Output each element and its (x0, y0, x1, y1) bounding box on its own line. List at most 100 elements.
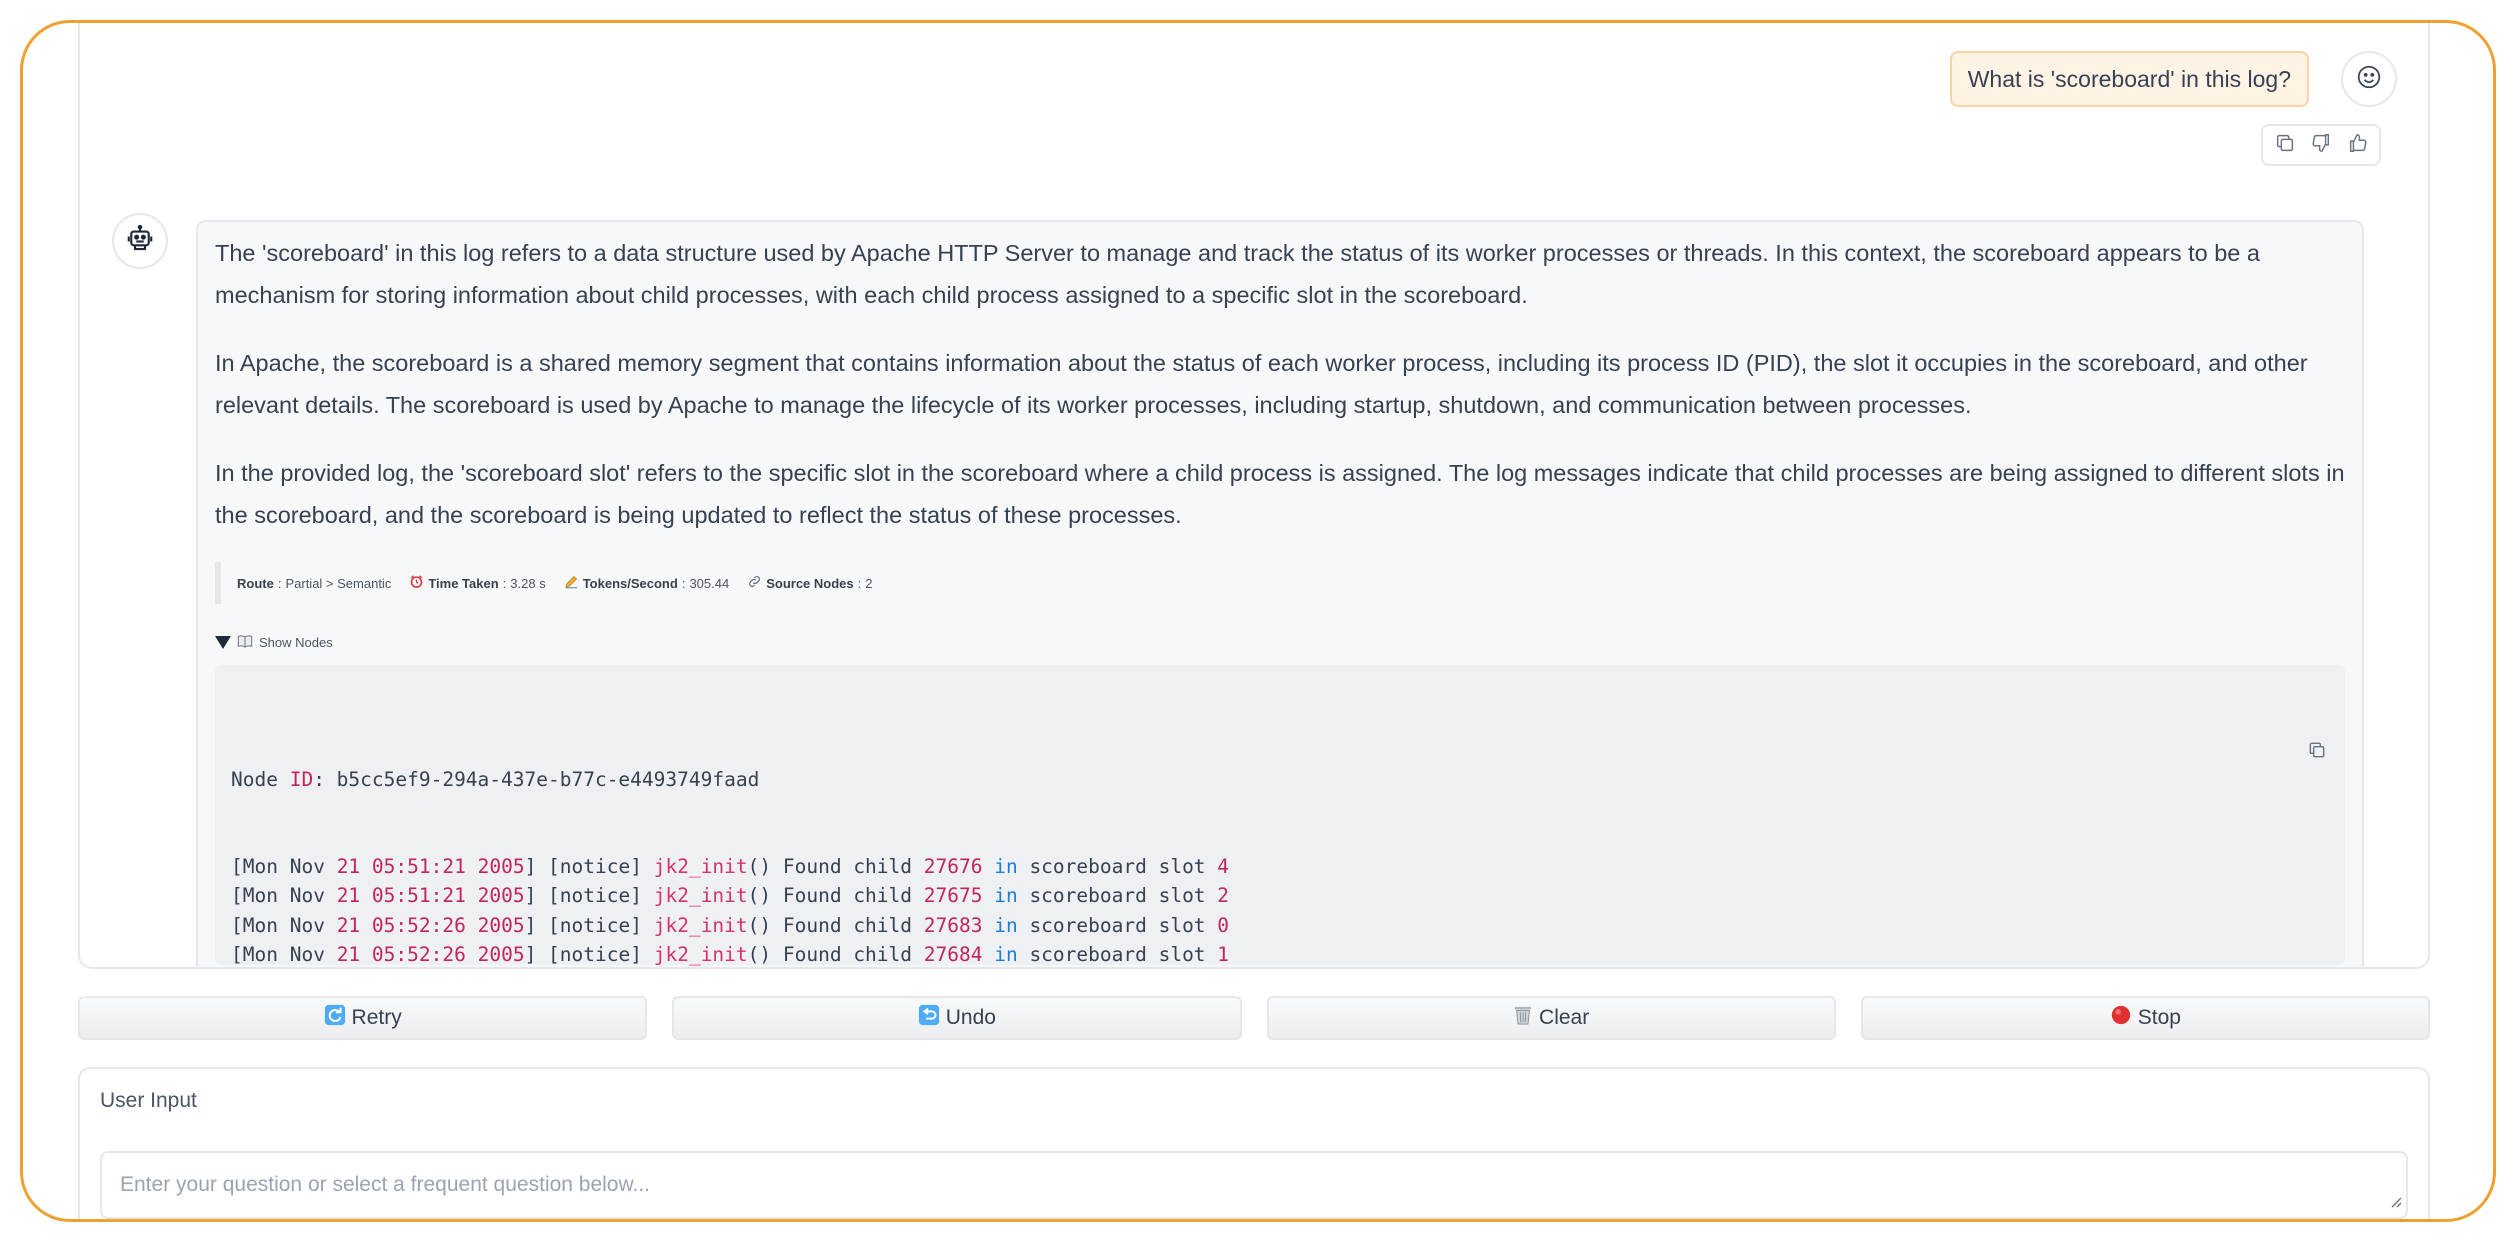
log-day: 21 (336, 913, 361, 937)
log-line: [Mon Nov 21 05:51:21 2005] [notice] jk2_… (231, 884, 1230, 908)
log-level: notice (559, 884, 631, 908)
log-pid: 27683 (923, 913, 983, 937)
user-message: What is 'scoreboard' in this log? (1949, 51, 2309, 107)
assistant-message: The 'scoreboard' in this log refers to a… (196, 220, 2364, 967)
retry-button[interactable]: Retry (78, 996, 648, 1040)
log-slot: 1 (1217, 942, 1230, 966)
answer-paragraph: In Apache, the scoreboard is a shared me… (215, 350, 2308, 418)
log-day: 21 (336, 942, 361, 966)
source-nodes-info: Source Nodes: 2 (747, 574, 873, 592)
log-year: 2005 (477, 855, 525, 879)
alarm-clock-icon (409, 574, 424, 592)
stop-button[interactable]: Stop (1860, 996, 2430, 1040)
source-node-code-block: Node ID: b5cc5ef9-294a-437e-b77c-e449374… (215, 665, 2345, 966)
link-icon (747, 574, 762, 592)
bot-avatar (112, 213, 168, 269)
nodes-label: Source Nodes (766, 575, 854, 591)
log-time: 05:51:21 (371, 884, 466, 908)
stop-label: Stop (2137, 1006, 2181, 1029)
log-day: 21 (336, 884, 361, 908)
question-input[interactable] (100, 1151, 2408, 1219)
log-function: jk2_init (653, 942, 748, 966)
show-nodes-label: Show Nodes (259, 635, 333, 650)
user-input-panel: User Input (78, 1067, 2430, 1219)
route-value: Partial > Semantic (285, 575, 392, 591)
response-metadata: Route: Partial > Semantic Time Taken: 3.… (215, 562, 2345, 604)
clear-label: Clear (1539, 1006, 1590, 1029)
log-time: 05:52:26 (371, 942, 466, 966)
log-function: jk2_init (653, 913, 748, 937)
log-year: 2005 (477, 913, 525, 937)
log-date: Mon Nov (242, 884, 325, 908)
log-date: Mon Nov (242, 913, 325, 937)
route-info: Route: Partial > Semantic (237, 575, 392, 591)
red-circle-icon (2110, 1004, 2132, 1032)
log-time: 05:52:26 (371, 913, 466, 937)
keyword-in: in (994, 942, 1018, 966)
undo-icon (918, 1004, 940, 1032)
log-year: 2005 (477, 942, 525, 966)
route-label: Route (237, 575, 274, 591)
user-message-text: What is 'scoreboard' in this log? (1967, 65, 2291, 92)
dislike-button[interactable] (2306, 130, 2336, 160)
message-actions (2261, 124, 2381, 166)
log-line: [Mon Nov 21 05:51:21 2005] [notice] jk2_… (231, 855, 1230, 879)
writing-hand-icon (564, 574, 579, 592)
copy-icon (2166, 742, 2327, 794)
like-button[interactable] (2343, 130, 2373, 160)
app-frame: What is 'scoreboard' in this log? The 's… (20, 20, 2496, 1222)
show-nodes-toggle[interactable]: Show Nodes (215, 634, 2345, 651)
time-label: Time Taken (428, 575, 499, 591)
log-function: jk2_init (653, 855, 748, 879)
retry-icon (324, 1004, 346, 1032)
log-pid: 27675 (923, 884, 983, 908)
log-slot: 4 (1217, 855, 1230, 879)
log-line: [Mon Nov 21 05:52:26 2005] [notice] jk2_… (231, 913, 1230, 937)
copy-message-button[interactable] (2270, 130, 2300, 160)
log-pid: 27676 (923, 855, 983, 879)
nodes-value: 2 (865, 575, 873, 591)
node-id-line: Node ID: b5cc5ef9-294a-437e-b77c-e449374… (231, 767, 760, 791)
log-pid: 27684 (923, 942, 983, 966)
answer-paragraph: In the provided log, the 'scoreboard slo… (215, 460, 2345, 528)
clear-button[interactable]: Clear (1266, 996, 1836, 1040)
keyword-in: in (994, 855, 1018, 879)
undo-label: Undo (945, 1006, 996, 1029)
time-value: 3.28 s (510, 575, 546, 591)
retry-label: Retry (351, 1006, 402, 1029)
tps-label: Tokens/Second (582, 575, 678, 591)
tokens-per-second-info: Tokens/Second: 305.44 (564, 574, 730, 592)
thumbs-down-icon (2310, 132, 2332, 159)
robot-icon (125, 224, 155, 259)
tps-value: 305.44 (689, 575, 730, 591)
chatbot-panel[interactable]: What is 'scoreboard' in this log? The 's… (78, 23, 2430, 969)
log-level: notice (559, 855, 631, 879)
node-id-value: b5cc5ef9-294a-437e-b77c-e4493749faad (336, 767, 760, 791)
log-slot: 0 (1217, 913, 1230, 937)
log-level: notice (559, 942, 631, 966)
log-lines: [Mon Nov 21 05:51:21 2005] [notice] jk2_… (231, 852, 2329, 967)
triangle-down-icon (215, 636, 231, 649)
thumbs-up-icon (2347, 132, 2369, 159)
keyword-in: in (994, 913, 1018, 937)
copy-icon (2274, 132, 2296, 159)
time-taken-info: Time Taken: 3.28 s (409, 574, 546, 592)
log-time: 05:51:21 (371, 855, 466, 879)
undo-button[interactable]: Undo (672, 996, 1242, 1040)
book-icon (237, 634, 253, 651)
keyword-in: in (994, 884, 1018, 908)
log-line: [Mon Nov 21 05:52:26 2005] [notice] jk2_… (231, 942, 1230, 966)
node-id-label: ID (289, 767, 314, 791)
log-day: 21 (336, 855, 361, 879)
smiley-icon (2356, 64, 2382, 95)
user-input-label: User Input (100, 1089, 197, 1112)
user-avatar (2341, 51, 2397, 107)
log-date: Mon Nov (242, 942, 325, 966)
copy-code-button[interactable] (2166, 681, 2327, 827)
resize-handle-icon[interactable] (2390, 1195, 2402, 1213)
trash-icon (1513, 1004, 1533, 1032)
answer-paragraph: The 'scoreboard' in this log refers to a… (215, 240, 2260, 308)
log-slot: 2 (1217, 884, 1230, 908)
action-buttons: Retry Undo Clear Stop (78, 996, 2430, 1040)
log-year: 2005 (477, 884, 525, 908)
